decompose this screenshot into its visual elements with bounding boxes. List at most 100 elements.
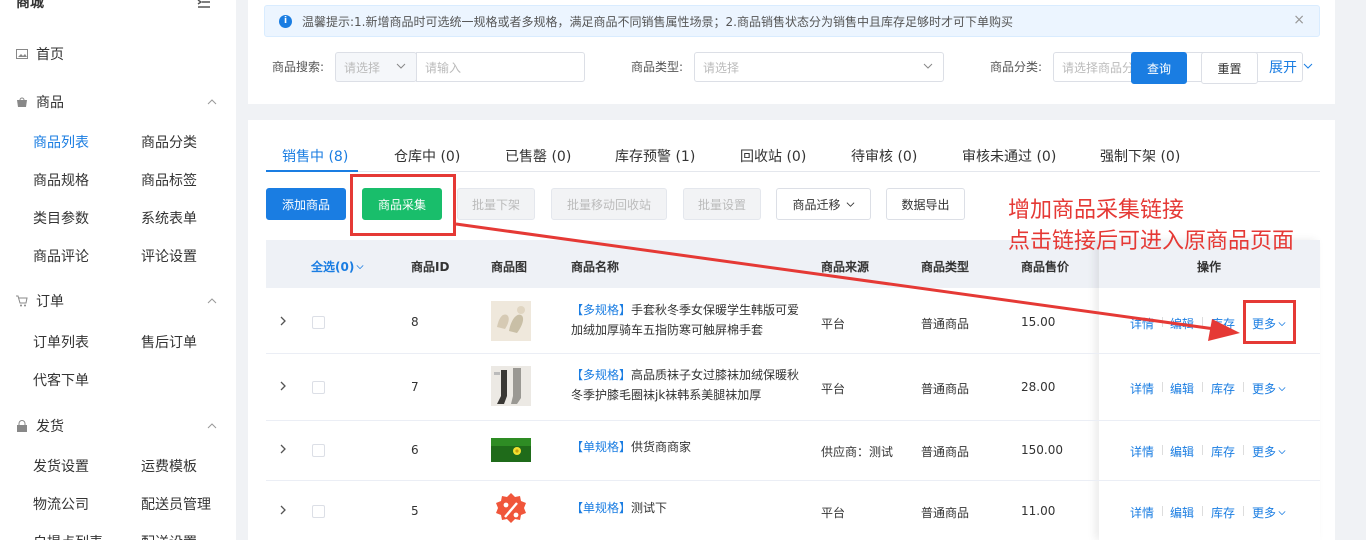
sidebar-item-delivery-settings[interactable]: 配送设置 bbox=[141, 532, 197, 540]
row-checkbox[interactable] bbox=[312, 444, 325, 457]
sidebar-item-goods-category[interactable]: 商品分类 bbox=[141, 132, 197, 152]
row-price: 150.00 bbox=[1021, 443, 1063, 457]
row-name[interactable]: 【单规格】测试下 bbox=[571, 498, 807, 518]
category-label: 商品分类: bbox=[990, 60, 1043, 74]
row-checkbox[interactable] bbox=[312, 381, 325, 394]
more-dropdown[interactable]: 更多 bbox=[1252, 380, 1286, 397]
row-checkbox[interactable] bbox=[312, 505, 325, 518]
sidebar-item-pickup-list[interactable]: 自提点列表 bbox=[33, 532, 103, 540]
divider bbox=[1243, 445, 1244, 455]
sidebar-item-system-form[interactable]: 系统表单 bbox=[141, 208, 197, 228]
menu-goods-label: 商品 bbox=[36, 95, 64, 111]
type-select-value: 请选择 bbox=[703, 60, 740, 75]
collect-button-highlight bbox=[350, 174, 456, 236]
edit-link[interactable]: 编辑 bbox=[1170, 443, 1194, 460]
search-input[interactable]: 请输入 bbox=[416, 52, 585, 82]
sidebar-item-courier-mgmt[interactable]: 配送员管理 bbox=[141, 494, 211, 514]
stock-link[interactable]: 库存 bbox=[1211, 443, 1235, 460]
menu-home-label: 首页 bbox=[36, 47, 64, 63]
chevron-right-icon[interactable] bbox=[278, 316, 288, 326]
more-dropdown[interactable]: 更多 bbox=[1252, 443, 1286, 460]
chevron-down-icon bbox=[923, 63, 933, 69]
tab-sold-out[interactable]: 已售罄 (0) bbox=[505, 146, 571, 166]
tab-review-failed[interactable]: 审核未通过 (0) bbox=[962, 146, 1056, 166]
stock-link[interactable]: 库存 bbox=[1211, 504, 1235, 521]
menu-goods[interactable]: 商品 bbox=[16, 92, 64, 112]
divider bbox=[1162, 445, 1163, 455]
migrate-dropdown-button[interactable]: 商品迁移 bbox=[776, 188, 871, 220]
chevron-up-icon bbox=[207, 99, 217, 105]
tab-in-warehouse[interactable]: 仓库中 (0) bbox=[394, 146, 460, 166]
sidebar-item-goods-list[interactable]: 商品列表 bbox=[33, 132, 89, 152]
sidebar-item-proxy-order[interactable]: 代客下单 bbox=[33, 370, 89, 390]
close-icon[interactable]: × bbox=[1293, 12, 1305, 28]
tab-on-sale[interactable]: 销售中 (8) bbox=[282, 146, 348, 166]
stock-link[interactable]: 库存 bbox=[1211, 315, 1235, 332]
row-type: 普通商品 bbox=[921, 506, 970, 520]
row-id: 5 bbox=[411, 504, 419, 518]
sidebar-item-goods-review[interactable]: 商品评论 bbox=[33, 246, 89, 266]
discount-badge-image bbox=[496, 493, 526, 523]
query-button[interactable]: 查询 bbox=[1131, 52, 1187, 84]
sidebar-item-goods-tag[interactable]: 商品标签 bbox=[141, 170, 197, 190]
menu-collapse-icon[interactable] bbox=[197, 0, 211, 8]
sidebar-item-freight-template[interactable]: 运费模板 bbox=[141, 456, 197, 476]
sidebar-item-logistics[interactable]: 物流公司 bbox=[33, 494, 89, 514]
chevron-down-icon[interactable] bbox=[1303, 61, 1313, 71]
info-icon: i bbox=[279, 14, 292, 28]
spec-tag: 【单规格】 bbox=[571, 440, 632, 454]
sidebar-item-ship-settings[interactable]: 发货设置 bbox=[33, 456, 89, 476]
search-label: 商品搜索: bbox=[272, 60, 325, 74]
search-field-select[interactable]: 请选择 bbox=[335, 52, 417, 82]
row-price: 15.00 bbox=[1021, 315, 1056, 329]
chevron-down-icon bbox=[1278, 387, 1286, 392]
divider bbox=[1202, 445, 1203, 455]
select-all-dropdown[interactable]: 全选(0) bbox=[311, 258, 364, 275]
sidebar-item-goods-spec[interactable]: 商品规格 bbox=[33, 170, 89, 190]
detail-link[interactable]: 详情 bbox=[1130, 315, 1154, 332]
menu-shipping[interactable]: 发货 bbox=[16, 416, 64, 436]
row-type: 普通商品 bbox=[921, 445, 970, 459]
sidebar-item-order-list[interactable]: 订单列表 bbox=[33, 332, 89, 352]
expand-link[interactable]: 展开 bbox=[1269, 57, 1297, 77]
tab-recycle-bin[interactable]: 回收站 (0) bbox=[740, 146, 806, 166]
row-name-text: 供货商商家 bbox=[631, 440, 692, 454]
row-name[interactable]: 【多规格】手套秋冬季女保暖学生韩版可爱加绒加厚骑车五指防寒可触屏棉手套 bbox=[571, 300, 807, 340]
tab-forced-off[interactable]: 强制下架 (0) bbox=[1100, 146, 1180, 166]
edit-link[interactable]: 编辑 bbox=[1170, 380, 1194, 397]
divider bbox=[1162, 506, 1163, 516]
detail-link[interactable]: 详情 bbox=[1130, 443, 1154, 460]
reset-button[interactable]: 重置 bbox=[1201, 52, 1258, 84]
type-select[interactable]: 请选择 bbox=[694, 52, 944, 82]
export-button[interactable]: 数据导出 bbox=[886, 188, 965, 220]
row-checkbox[interactable] bbox=[312, 316, 325, 329]
batch-settings-button[interactable]: 批量设置 bbox=[683, 188, 761, 220]
col-type: 商品类型 bbox=[921, 260, 970, 274]
edit-link[interactable]: 编辑 bbox=[1170, 315, 1194, 332]
chevron-right-icon[interactable] bbox=[278, 505, 288, 515]
chevron-right-icon[interactable] bbox=[278, 381, 288, 391]
batch-recycle-button[interactable]: 批量移动回收站 bbox=[551, 188, 667, 220]
edit-link[interactable]: 编辑 bbox=[1170, 504, 1194, 521]
menu-home[interactable]: 首页 bbox=[16, 44, 64, 64]
batch-off-shelf-button[interactable]: 批量下架 bbox=[457, 188, 535, 220]
sidebar-item-review-settings[interactable]: 评论设置 bbox=[141, 246, 197, 266]
detail-link[interactable]: 详情 bbox=[1130, 380, 1154, 397]
lock-icon bbox=[17, 420, 27, 432]
row-name[interactable]: 【多规格】高品质袜子女过膝袜加绒保暖秋冬季护膝毛圈袜jk袜韩系美腿袜加厚 bbox=[571, 365, 807, 405]
add-goods-button[interactable]: 添加商品 bbox=[266, 188, 346, 220]
socks-product-image bbox=[491, 366, 531, 406]
sidebar-item-category-param[interactable]: 类目参数 bbox=[33, 208, 89, 228]
more-dropdown[interactable]: 更多 bbox=[1252, 504, 1286, 521]
chevron-right-icon[interactable] bbox=[278, 444, 288, 454]
tab-pending-review[interactable]: 待审核 (0) bbox=[851, 146, 917, 166]
menu-orders[interactable]: 订单 bbox=[16, 291, 64, 311]
sidebar-item-after-sale[interactable]: 售后订单 bbox=[141, 332, 197, 352]
stock-link[interactable]: 库存 bbox=[1211, 380, 1235, 397]
row-name[interactable]: 【单规格】供货商商家 bbox=[571, 437, 807, 457]
tab-stock-warning[interactable]: 库存预警 (1) bbox=[615, 146, 695, 166]
detail-link[interactable]: 详情 bbox=[1130, 504, 1154, 521]
annotation-line1: 增加商品采集链接 bbox=[1008, 198, 1185, 223]
divider bbox=[1162, 382, 1163, 392]
gloves-product-image bbox=[491, 301, 531, 341]
